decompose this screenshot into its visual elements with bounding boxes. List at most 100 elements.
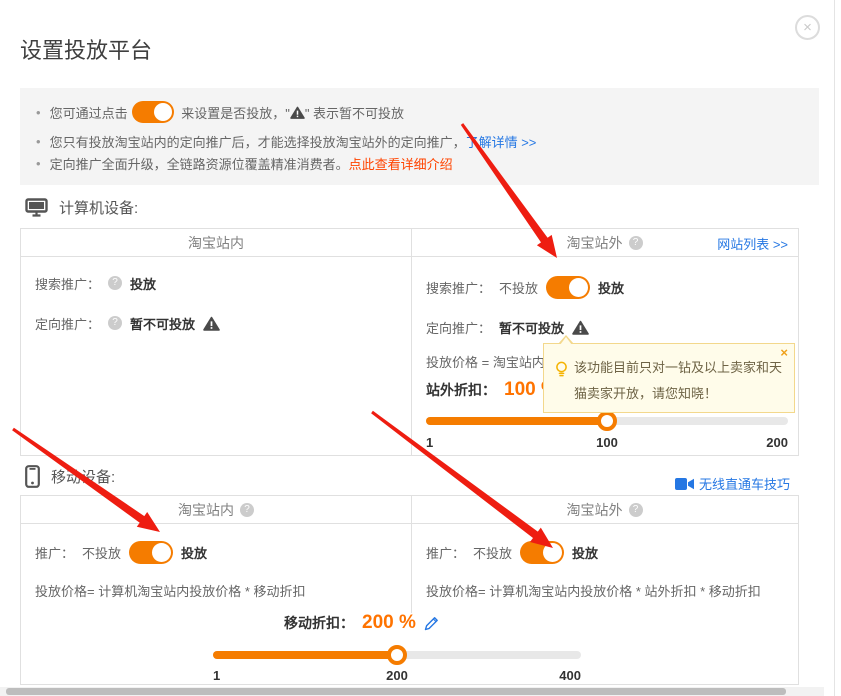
page-title: 设置投放平台 (20, 33, 152, 65)
help-icon[interactable]: ? (108, 316, 122, 330)
detail-intro-link[interactable]: 点此查看详细介绍 (349, 154, 453, 173)
slider-fill (213, 651, 397, 659)
seller-level-tooltip: × 该功能目前只对一钻及以上卖家和天猫卖家开放，请您知晓！ (543, 343, 795, 413)
slider-handle[interactable] (387, 645, 407, 665)
notice-bullet1-mid: 来设置是否投放，" (178, 103, 290, 122)
notice-bullet1-end: " 表示暂不可投放 (305, 103, 404, 122)
offsite-header-label: 淘宝站外 (567, 500, 623, 520)
horizontal-scrollbar-thumb[interactable] (6, 688, 786, 695)
window-right-border (834, 0, 835, 696)
search-promo-row: 搜索推广： 不投放 投放 (426, 275, 632, 299)
slider-min-label: 1 (426, 435, 433, 450)
toggle-off-label: 不投放 (473, 543, 512, 562)
toggle-on-label: 投放 (181, 543, 207, 562)
targeted-promo-status: 暂不可投放 (130, 314, 195, 333)
search-promo-status: 投放 (130, 274, 156, 293)
warning-icon (203, 316, 220, 331)
offsite-search-toggle[interactable] (546, 276, 590, 299)
mobile-offsite-header: 淘宝站外 ? (411, 496, 798, 524)
computer-section-header: 计算机设备: (25, 197, 138, 218)
price-formula: 投放价格= 计算机淘宝站内投放价格 * 站外折扣 * 移动折扣 (426, 581, 761, 600)
price-formula: 投放价格 = 淘宝站内 (426, 352, 545, 371)
promo-row: 推广： 不投放 投放 (35, 540, 215, 564)
promo-row: 推广： 不投放 投放 (426, 540, 606, 564)
slider-fill (426, 417, 607, 425)
slider-max-label: 400 (559, 668, 581, 683)
tooltip-close-icon[interactable]: × (780, 345, 788, 360)
mobile-discount-slider[interactable] (213, 651, 581, 659)
computer-onsite-cell: 搜索推广： ? 投放 定向推广： ? 暂不可投放 (21, 257, 411, 455)
offsite-discount-label: 站外折扣： (426, 380, 496, 400)
phone-icon (25, 465, 40, 488)
slider-scale: 1 200 400 (213, 668, 581, 684)
slider-scale: 1 100 200 (426, 435, 788, 451)
toggle-knob (154, 103, 172, 121)
warning-icon (290, 106, 305, 119)
notice-bullet2-text: 您只有投放淘宝站内的定向推广后，才能选择投放淘宝站外的定向推广， (50, 132, 466, 151)
offsite-discount-slider[interactable] (426, 417, 788, 425)
computer-section-title: 计算机设备: (59, 197, 138, 218)
tooltip-arrow-fill (560, 337, 572, 345)
targeted-promo-status: 暂不可投放 (499, 318, 564, 337)
mobile-onsite-toggle[interactable] (129, 541, 173, 564)
promo-label: 推广： (426, 543, 465, 562)
promo-label: 推广： (35, 543, 74, 562)
wireless-tips-label: 无线直通车技巧 (699, 474, 790, 493)
example-toggle[interactable] (132, 101, 174, 123)
help-icon[interactable]: ? (629, 236, 643, 250)
slider-mid-label: 200 (386, 668, 408, 683)
price-formula-row: 投放价格= 计算机淘宝站内投放价格 * 移动折扣 (35, 582, 314, 598)
targeted-promo-label: 定向推广： (426, 318, 491, 337)
onsite-header-label: 淘宝站内 (188, 233, 244, 253)
search-promo-row: 搜索推广： ? 投放 (35, 271, 164, 295)
mobile-section-header: 移动设备: (25, 465, 115, 488)
toggle-knob (152, 543, 171, 562)
computer-icon (25, 198, 48, 217)
toggle-knob (543, 543, 562, 562)
offsite-header-label: 淘宝站外 (567, 233, 623, 253)
mobile-discount-row: 移动折扣： 200 % (284, 610, 439, 636)
mobile-onsite-header: 淘宝站内 ? (21, 496, 411, 524)
edit-pencil-icon[interactable] (424, 616, 439, 631)
site-list-link[interactable]: 网站列表 >> (717, 229, 788, 257)
slider-handle[interactable] (597, 411, 617, 431)
toggle-off-label: 不投放 (499, 278, 538, 297)
notice-bullet-3: • 定向推广全面升级，全链路资源位覆盖精准消费者。 点此查看详细介绍 (36, 155, 819, 172)
set-delivery-platform-dialog: { "dialog": { "title": "设置投放平台" }, "icon… (0, 0, 841, 696)
slider-min-label: 1 (213, 668, 220, 683)
dialog-close-icon[interactable]: × (795, 15, 820, 40)
computer-onsite-header: 淘宝站内 (21, 229, 411, 257)
video-camera-icon (675, 478, 694, 490)
help-icon[interactable]: ? (108, 276, 122, 290)
tooltip-text: 该功能目前只对一钻及以上卖家和天猫卖家开放，请您知晓！ (574, 355, 782, 407)
mobile-discount-label: 移动折扣： (284, 613, 354, 633)
targeted-promo-label: 定向推广： (35, 314, 100, 333)
mobile-section-title: 移动设备: (51, 466, 115, 487)
search-promo-label: 搜索推广： (35, 274, 100, 293)
notice-box: • 您可通过点击 来设置是否投放，" " 表示暂不可投放 • 您只有投放淘宝站内… (20, 88, 819, 185)
price-formula-row: 投放价格= 计算机淘宝站内投放价格 * 站外折扣 * 移动折扣 (426, 582, 769, 598)
price-formula-row: 投放价格 = 淘宝站内 (426, 353, 553, 369)
onsite-header-label: 淘宝站内 (178, 500, 234, 520)
help-icon[interactable]: ? (240, 503, 254, 517)
toggle-on-label: 投放 (572, 543, 598, 562)
price-formula: 投放价格= 计算机淘宝站内投放价格 * 移动折扣 (35, 581, 306, 600)
notice-bullet-2: • 您只有投放淘宝站内的定向推广后，才能选择投放淘宝站外的定向推广， 了解详情 … (36, 133, 819, 150)
mobile-discount-value: 200 % (362, 612, 416, 634)
learn-more-link[interactable]: 了解详情 >> (466, 132, 537, 151)
mobile-onsite-cell: 推广： 不投放 投放 投放价格= 计算机淘宝站内投放价格 * 移动折扣 (21, 524, 411, 684)
wireless-tips-link[interactable]: 无线直通车技巧 (675, 474, 790, 493)
mobile-table: 淘宝站内 ? 淘宝站外 ? 推广： 不投放 投放 投放价格= 计算机淘宝站内投放… (20, 495, 799, 685)
targeted-promo-row: 定向推广： ? 暂不可投放 (35, 311, 228, 335)
toggle-knob (569, 278, 588, 297)
warning-icon (572, 320, 589, 335)
computer-table: 淘宝站内 淘宝站外 ? 网站列表 >> 搜索推广： ? 投放 定向推广： ? 暂… (20, 228, 799, 456)
slider-max-label: 200 (766, 435, 788, 450)
mobile-offsite-toggle[interactable] (520, 541, 564, 564)
bullet-dot: • (36, 156, 41, 171)
help-icon[interactable]: ? (629, 503, 643, 517)
toggle-off-label: 不投放 (82, 543, 121, 562)
toggle-on-label: 投放 (598, 278, 624, 297)
notice-bullet1-pre: 您可通过点击 (50, 103, 128, 122)
slider-mid-label: 100 (596, 435, 618, 450)
